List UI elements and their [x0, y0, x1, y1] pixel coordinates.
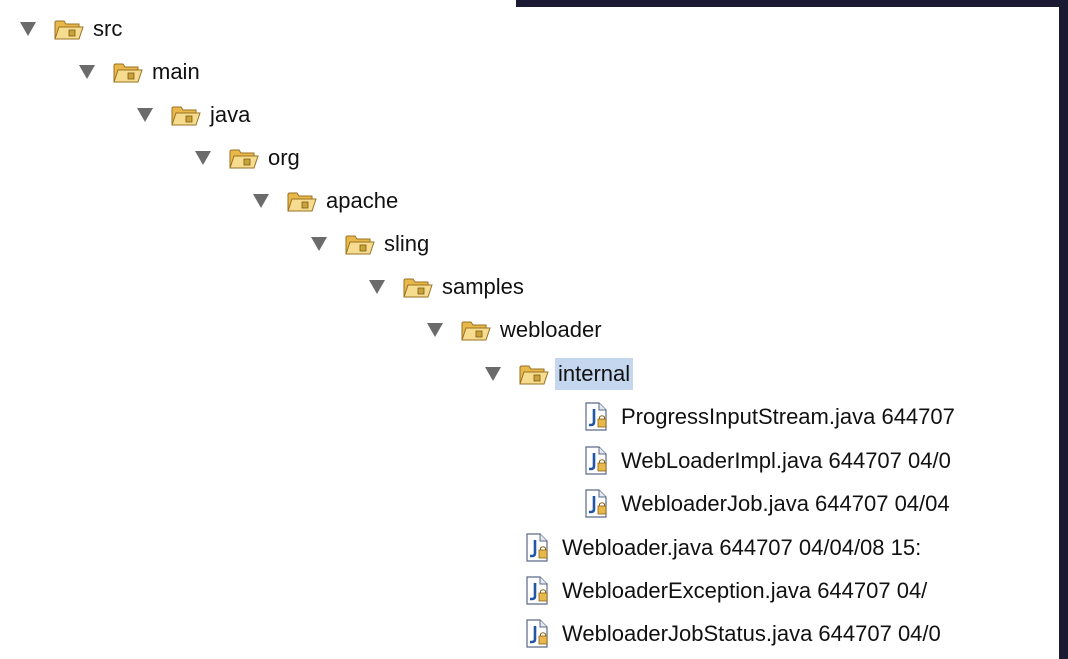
tree-folder-java[interactable]: java — [137, 97, 253, 133]
tree-file-webloader-job-status[interactable]: WebloaderJobStatus.java 644707 04/0 — [525, 616, 944, 652]
tree-folder-label-selected: internal — [555, 358, 634, 390]
package-folder-icon — [461, 318, 491, 342]
tree-file-webloader-exception[interactable]: WebloaderException.java 644707 04/ — [525, 573, 930, 609]
package-folder-icon — [229, 146, 259, 170]
tree-file-progress-input-stream[interactable]: ProgressInputStream.java 644707 — [584, 399, 958, 435]
tree-folder-sling[interactable]: sling — [311, 226, 432, 262]
java-file-icon — [525, 619, 551, 649]
package-folder-icon — [171, 103, 201, 127]
tree-folder-label: java — [210, 102, 251, 127]
tree-file-webloader-job[interactable]: WebloaderJob.java 644707 04/04 — [584, 486, 953, 522]
java-file-icon — [525, 576, 551, 606]
tree-folder-main[interactable]: main — [79, 54, 203, 90]
chevron-down-icon[interactable] — [253, 194, 269, 208]
tree-file-webloader-impl[interactable]: WebLoaderImpl.java 644707 04/0 — [584, 443, 954, 479]
java-file-icon — [584, 402, 610, 432]
java-file-icon — [584, 489, 610, 519]
package-folder-icon — [345, 232, 375, 256]
chevron-down-icon[interactable] — [137, 108, 153, 122]
tree-folder-webloader[interactable]: webloader — [427, 312, 605, 348]
package-folder-icon — [113, 60, 143, 84]
chevron-down-icon[interactable] — [195, 151, 211, 165]
chevron-down-icon[interactable] — [311, 237, 327, 251]
chevron-down-icon[interactable] — [427, 323, 443, 337]
tree-folder-label: webloader — [500, 317, 602, 342]
tree-folder-label: samples — [442, 274, 524, 299]
chevron-down-icon[interactable] — [79, 65, 95, 79]
tree-folder-label: apache — [326, 188, 399, 213]
package-folder-icon — [287, 189, 317, 213]
tree-file-label: WebloaderJob.java 644707 04/04 — [621, 491, 950, 516]
tree-file-label: WebLoaderImpl.java 644707 04/0 — [621, 448, 951, 473]
tree-folder-org[interactable]: org — [195, 140, 303, 176]
tree-folder-label: main — [152, 59, 200, 84]
tree-folder-label: src — [93, 16, 123, 41]
package-folder-icon — [54, 17, 84, 41]
tree-file-label: Webloader.java 644707 04/04/08 15: — [562, 535, 922, 560]
tree-folder-apache[interactable]: apache — [253, 183, 401, 219]
tree-file-webloader[interactable]: Webloader.java 644707 04/04/08 15: — [525, 530, 924, 566]
tree-file-label: WebloaderException.java 644707 04/ — [562, 578, 928, 603]
tree-folder-samples[interactable]: samples — [369, 269, 527, 305]
java-file-icon — [584, 446, 610, 476]
package-folder-icon — [403, 275, 433, 299]
tree-folder-internal[interactable]: internal — [485, 356, 634, 392]
chevron-down-icon[interactable] — [20, 22, 36, 36]
tree-file-label: ProgressInputStream.java 644707 — [621, 404, 955, 429]
chevron-down-icon[interactable] — [485, 367, 501, 381]
tree-folder-src[interactable]: src — [20, 11, 125, 47]
dark-background-right — [1059, 0, 1068, 659]
tree-file-label: WebloaderJobStatus.java 644707 04/0 — [562, 621, 941, 646]
tree-folder-label: sling — [384, 231, 430, 256]
project-tree: src main java org apache sling samples w… — [0, 0, 1059, 659]
package-folder-icon — [519, 362, 549, 386]
java-file-icon — [525, 533, 551, 563]
chevron-down-icon[interactable] — [369, 280, 385, 294]
tree-folder-label: org — [268, 145, 300, 170]
